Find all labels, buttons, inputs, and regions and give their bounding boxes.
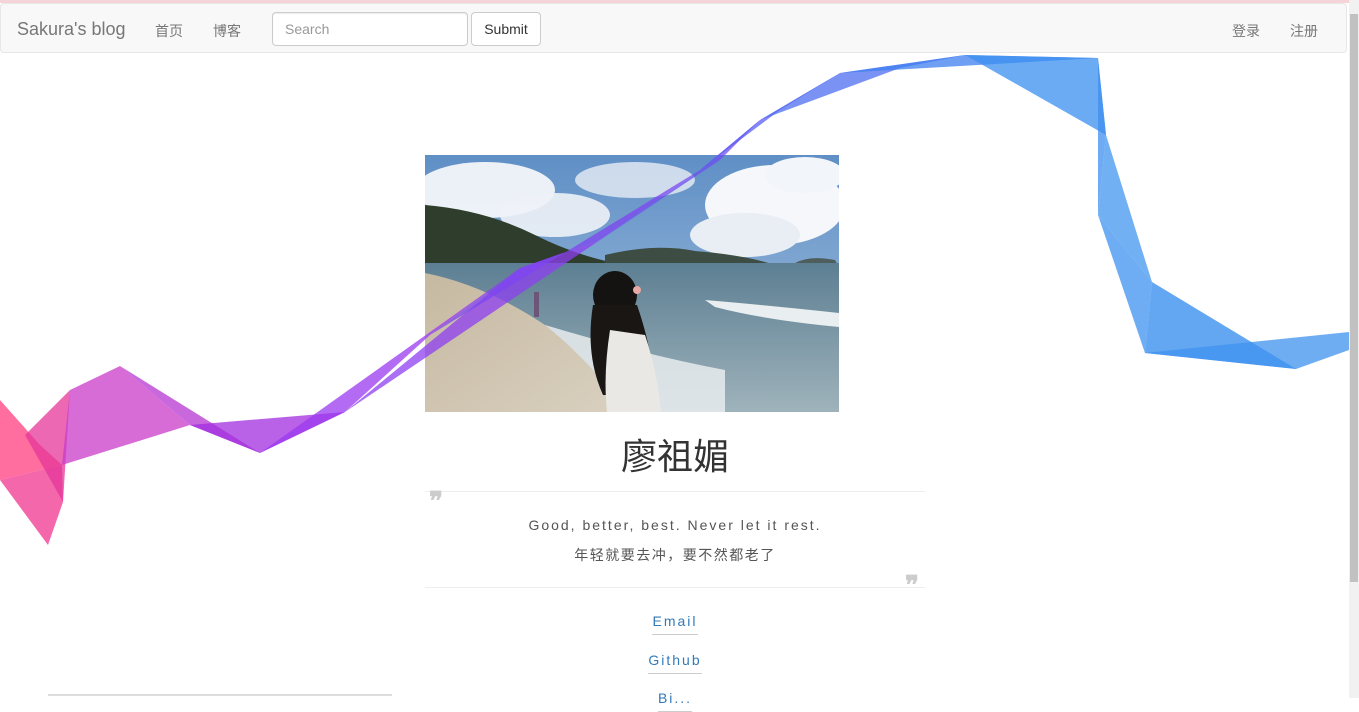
quote-divider-bottom xyxy=(425,587,925,588)
search-input[interactable] xyxy=(272,12,468,46)
profile-photo xyxy=(425,155,839,412)
scrollbar-thumb[interactable] xyxy=(1350,14,1358,582)
nav-link-login[interactable]: 登录 xyxy=(1232,21,1260,41)
submit-button[interactable]: Submit xyxy=(471,12,541,46)
page-scrollbar[interactable] xyxy=(1349,0,1359,698)
close-quote-icon: ❞ xyxy=(905,571,919,601)
quote-divider-top xyxy=(425,491,925,492)
bottom-divider xyxy=(48,694,392,696)
quote-english: Good, better, best. Never let it rest. xyxy=(528,517,822,533)
nav-link-home[interactable]: 首页 xyxy=(155,21,183,41)
open-quote-icon: ❞ xyxy=(429,487,443,517)
navbar: Sakura's blog 首页 博客 Submit 登录 注册 xyxy=(0,3,1347,53)
quote-chinese: 年轻就要去冲，要不然都老了 xyxy=(574,548,776,564)
blog-link-item: Bi... xyxy=(425,690,925,712)
email-link[interactable]: Email xyxy=(652,613,698,635)
nav-link-blog[interactable]: 博客 xyxy=(213,21,241,41)
email-link-item: Email xyxy=(425,613,925,635)
profile-name: 廖祖媚 xyxy=(620,437,729,478)
nav-link-register[interactable]: 注册 xyxy=(1290,21,1318,41)
github-link-item: Github xyxy=(425,652,925,674)
quote-block: ❞ Good, better, best. Never let it rest.… xyxy=(425,487,925,599)
github-link[interactable]: Github xyxy=(648,652,702,674)
blog-link[interactable]: Bi... xyxy=(657,690,693,712)
brand-link[interactable]: Sakura's blog xyxy=(17,19,126,40)
